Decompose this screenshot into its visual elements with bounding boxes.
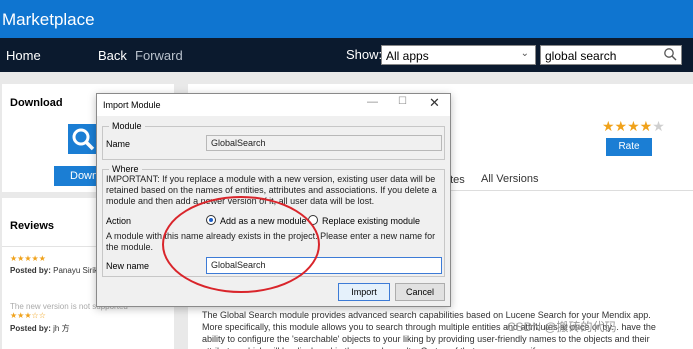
rate-button[interactable]: Rate [606,138,652,156]
posted-by-label: Posted by: [10,266,51,275]
radio-replace-existing-label: Replace existing module [322,216,421,226]
maximize-icon[interactable]: ☐ [398,96,407,107]
dialog-title: Import Module [103,100,161,110]
radio-replace-existing-module[interactable]: Replace existing module [308,215,420,226]
search-value: global search [545,49,617,63]
reviews-heading: Reviews [10,220,55,232]
magnifier-icon [72,128,95,151]
where-legend: Where [109,164,142,174]
module-name-field[interactable]: GlobalSearch [206,135,442,151]
show-label: Show: [346,47,383,62]
annotation-ellipse [162,196,320,293]
app-title: Marketplace [2,10,95,29]
search-input[interactable]: global search [540,45,682,65]
review-rating-stars: ★★★☆☆ [10,311,46,320]
rating-empty-star: ★ [652,118,665,134]
name-label: Name [106,139,131,149]
watermark: CSDN @搬砖的代码 [507,320,617,334]
review-author: Posted by: Panayu Sirikra [10,266,105,275]
module-logo [68,124,98,154]
nav-back-link[interactable]: Back [98,48,127,63]
review-author: Posted by: jh 方 [10,323,70,334]
action-label: Action [106,216,132,226]
show-filter-value: All apps [386,49,429,63]
close-icon[interactable]: ✕ [429,95,440,111]
nav-home-link[interactable]: Home [6,48,41,63]
navbar: Home Back Forward Show: All apps ⌄ globa… [0,38,693,72]
download-heading: Download [10,97,63,109]
cancel-button[interactable]: Cancel [395,283,445,301]
nav-forward-link[interactable]: Forward [135,48,183,63]
import-button[interactable]: Import [338,283,390,301]
review-rating-stars: ★★★★★ [10,254,46,263]
module-legend: Module [109,121,145,131]
dialog-titlebar: Import Module — ☐ ✕ [97,94,450,116]
rating-filled-stars: ★★★★ [602,118,653,134]
show-filter-select[interactable]: All apps ⌄ [381,45,536,65]
new-name-label: New name [106,261,150,271]
review-author-name: jh 方 [53,324,70,333]
module-group: Module Name GlobalSearch [102,121,445,160]
tab-all-versions[interactable]: All Versions [481,173,538,185]
module-rating-stars: ★★★★★ [602,118,665,135]
search-icon[interactable] [663,47,677,61]
chevron-down-icon: ⌄ [520,48,529,59]
posted-by-label: Posted by: [10,324,51,333]
minimize-icon[interactable]: — [367,96,378,108]
app-header: Marketplace [0,0,693,38]
